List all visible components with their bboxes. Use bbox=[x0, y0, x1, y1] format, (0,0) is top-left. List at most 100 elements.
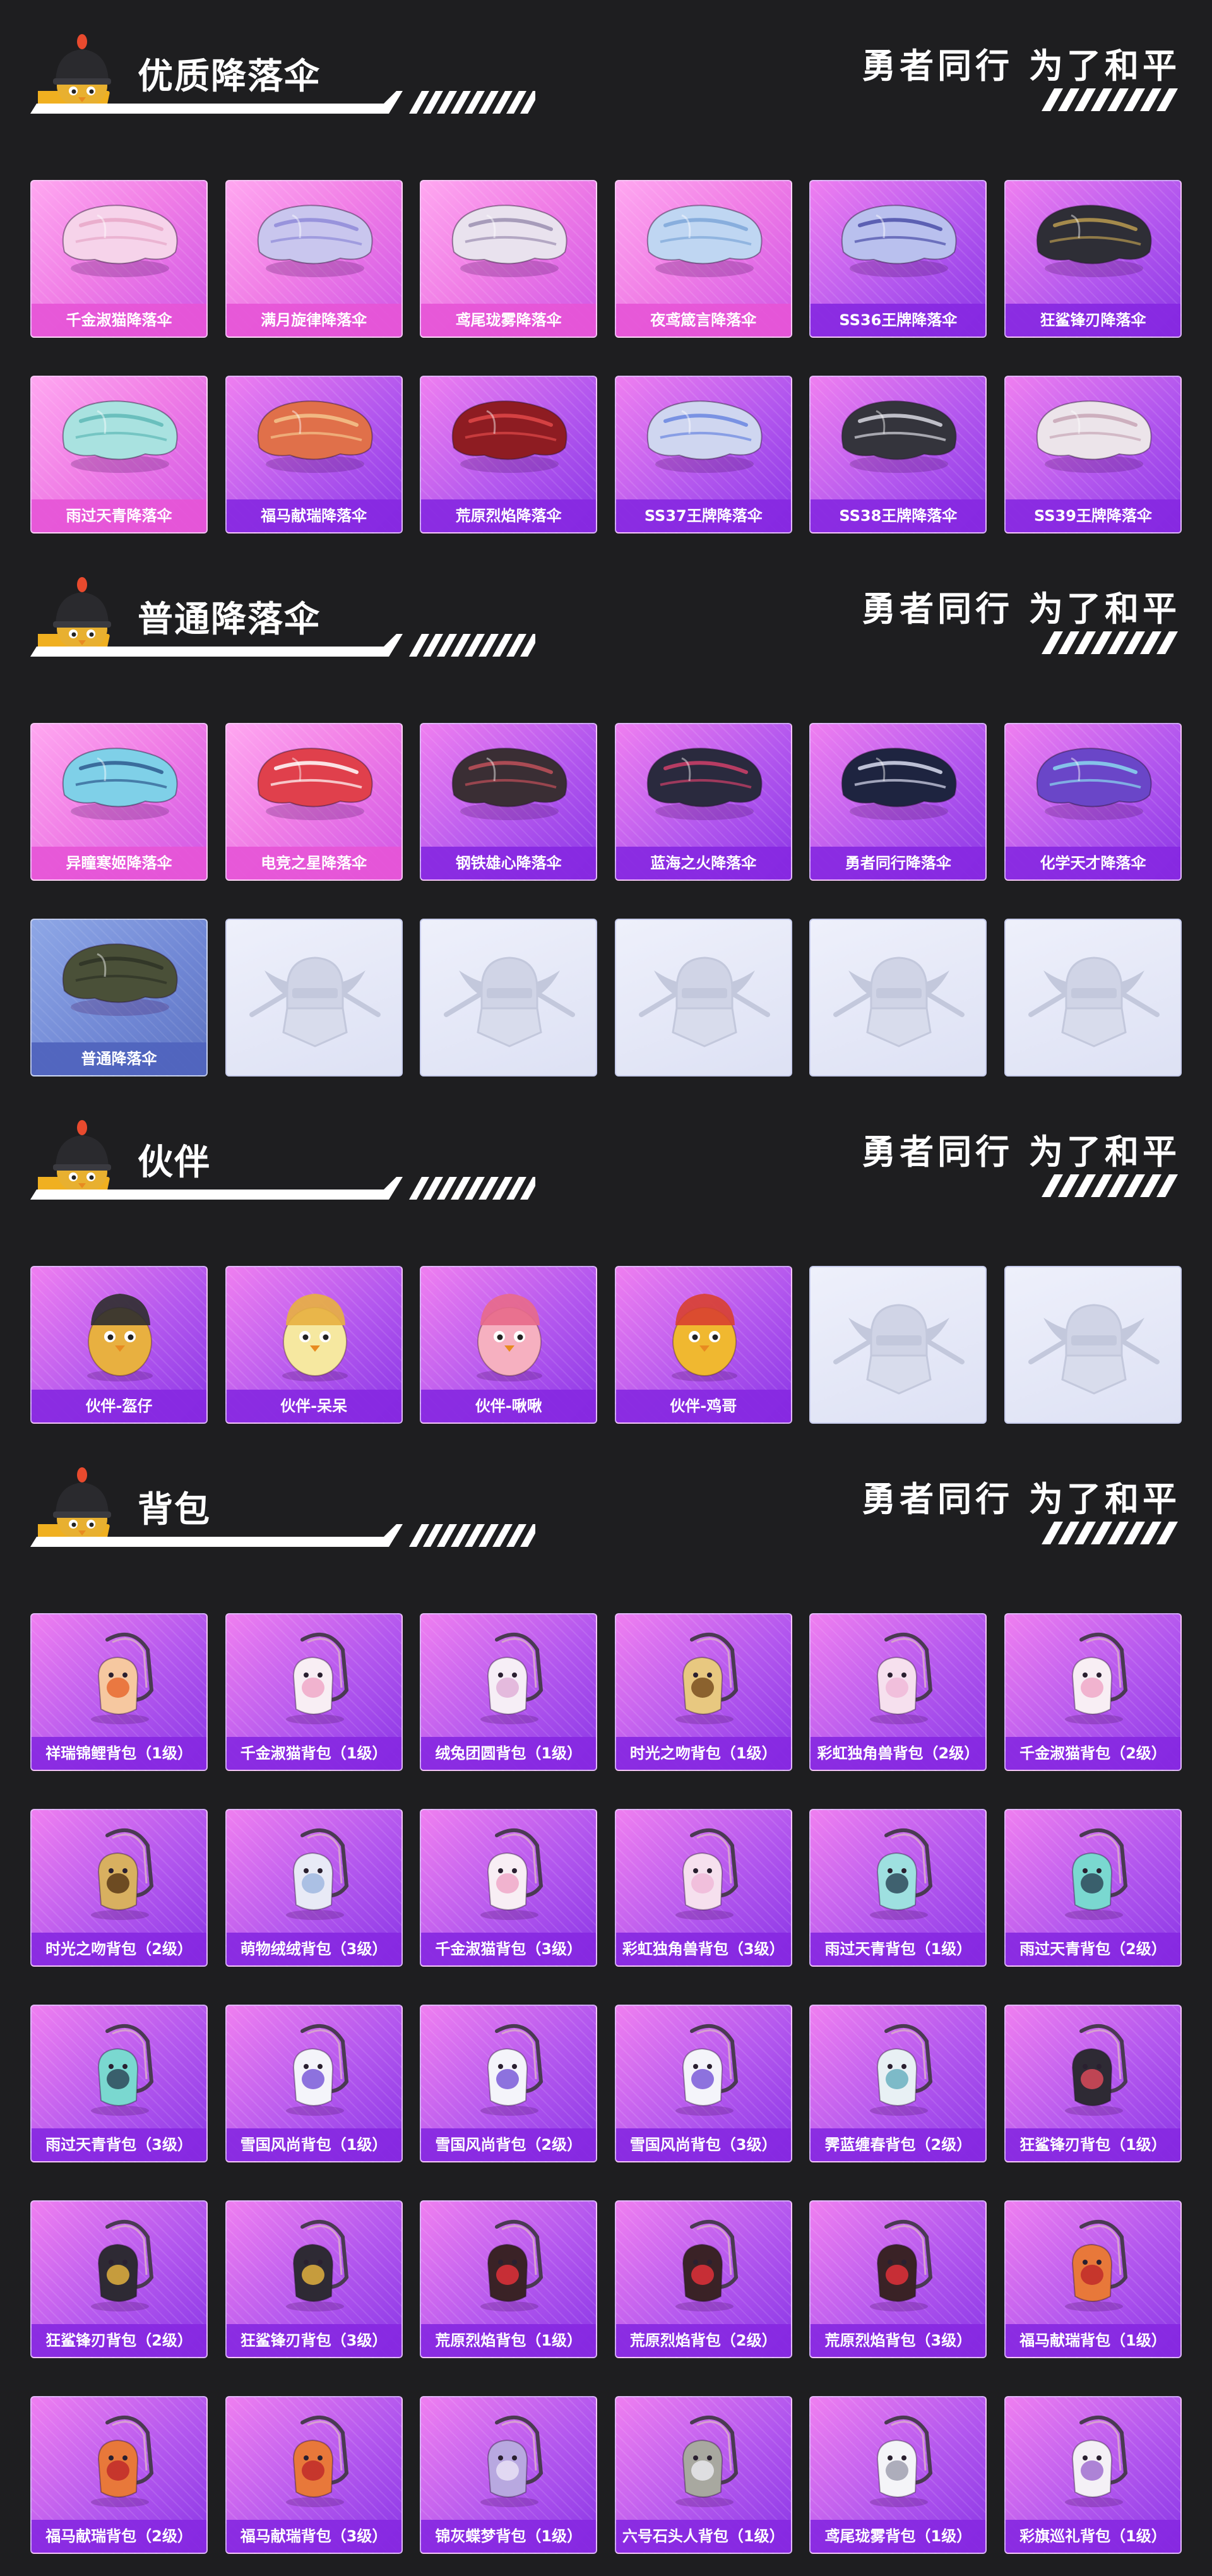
item-name: 福马献瑞背包（1级） bbox=[1005, 2324, 1180, 2357]
item-card[interactable]: 雨过天青降落伞 bbox=[30, 376, 208, 534]
item-card[interactable]: 荒原烈焰背包（2级） bbox=[614, 2200, 792, 2358]
slogan: 勇者同行 为了和平 bbox=[862, 589, 1180, 629]
parachute-icon bbox=[451, 400, 567, 473]
item-card[interactable]: 雨过天青背包（2级） bbox=[1004, 1809, 1182, 1967]
item-card[interactable]: 六号石头人背包（1级） bbox=[614, 2396, 792, 2554]
item-card[interactable]: 电竞之星降落伞 bbox=[225, 723, 403, 881]
item-card[interactable]: 雨过天青背包（1级） bbox=[809, 1809, 987, 1967]
parachute-icon bbox=[257, 400, 373, 473]
item-card[interactable]: 时光之吻背包（2级） bbox=[30, 1809, 208, 1967]
item-name: 荒原烈焰降落伞 bbox=[421, 499, 597, 532]
parachute-icon bbox=[1036, 400, 1152, 473]
backpack-icon bbox=[1064, 2024, 1128, 2116]
item-name: 化学天才降落伞 bbox=[1005, 847, 1180, 880]
item-card[interactable]: SS39王牌降落伞 bbox=[1004, 376, 1182, 534]
item-card[interactable]: 鸢尾珑雾背包（1级） bbox=[809, 2396, 987, 2554]
backpack-icon bbox=[870, 2220, 933, 2311]
backpack-icon bbox=[91, 2024, 154, 2116]
item-name: 鸢尾珑雾背包（1级） bbox=[811, 2520, 986, 2553]
item-card[interactable]: 彩虹独角兽背包（3级） bbox=[614, 1809, 792, 1967]
backpack-icon bbox=[675, 1828, 738, 1920]
backpack-icon bbox=[91, 2416, 154, 2507]
item-card[interactable]: 狂鲨锋刃背包（1级） bbox=[1004, 2005, 1182, 2162]
item-name: 雨过天青背包（2级） bbox=[1005, 1933, 1180, 1965]
item-name: SS39王牌降落伞 bbox=[1005, 499, 1180, 532]
item-name: 彩虹独角兽背包（3级） bbox=[615, 1933, 791, 1965]
item-card[interactable]: 夜鸢箴言降落伞 bbox=[614, 180, 792, 338]
item-name: SS37王牌降落伞 bbox=[615, 499, 791, 532]
parachute-icon bbox=[451, 748, 567, 820]
item-card[interactable]: 雨过天青背包（3级） bbox=[30, 2005, 208, 2162]
item-card[interactable]: 时光之吻背包（1级） bbox=[614, 1613, 792, 1771]
item-card[interactable]: 伙伴-呆呆 bbox=[225, 1266, 403, 1424]
item-card[interactable]: 福马献瑞背包（3级） bbox=[225, 2396, 403, 2554]
item-name: 普通降落伞 bbox=[32, 1042, 206, 1075]
backpack-icon bbox=[1064, 2416, 1128, 2507]
item-card[interactable]: 伙伴-鸡哥 bbox=[614, 1266, 792, 1424]
section-header: 普通降落伞 勇者同行 为了和平 bbox=[0, 568, 1212, 663]
item-name: 雪国风尚背包（2级） bbox=[421, 2128, 597, 2161]
item-card[interactable]: 化学天才降落伞 bbox=[1004, 723, 1182, 881]
item-card[interactable]: 异瞳寒姬降落伞 bbox=[30, 723, 208, 881]
item-name: 千金淑猫背包（3级） bbox=[421, 1933, 597, 1965]
slogan: 勇者同行 为了和平 bbox=[862, 1479, 1180, 1519]
item-card[interactable]: 普通降落伞 bbox=[30, 919, 208, 1076]
stripe-decoration bbox=[30, 634, 535, 657]
item-grid: 祥瑞锦鲤背包（1级） 千金淑猫背包（1级） 绒兔团圆背包（1级） 时光之吻背包（1级）… bbox=[30, 1613, 1182, 2554]
item-card[interactable]: 鸢尾珑雾降落伞 bbox=[420, 180, 598, 338]
stripe-decoration-right bbox=[1042, 88, 1178, 111]
backpack-icon bbox=[1064, 2220, 1128, 2311]
placeholder-emblem-icon bbox=[1028, 1304, 1160, 1395]
parachute-icon bbox=[257, 205, 373, 277]
item-card[interactable]: 千金淑猫背包（3级） bbox=[420, 1809, 598, 1967]
item-card[interactable]: SS38王牌降落伞 bbox=[809, 376, 987, 534]
placeholder-emblem-icon bbox=[249, 957, 381, 1047]
item-card[interactable]: 雪国风尚背包（1级） bbox=[225, 2005, 403, 2162]
backpack-icon bbox=[870, 1828, 933, 1920]
item-card[interactable]: 满月旋律降落伞 bbox=[225, 180, 403, 338]
item-name: 雨过天青背包（1级） bbox=[811, 1933, 986, 1965]
item-card[interactable]: 狂鲨锋刃降落伞 bbox=[1004, 180, 1182, 338]
item-card[interactable]: 绒兔团圆背包（1级） bbox=[420, 1613, 598, 1771]
item-card[interactable]: 荒原烈焰背包（1级） bbox=[420, 2200, 598, 2358]
item-card[interactable]: 钢铁雄心降落伞 bbox=[420, 723, 598, 881]
item-card[interactable]: 千金淑猫背包（1级） bbox=[225, 1613, 403, 1771]
item-card[interactable]: 祥瑞锦鲤背包（1级） bbox=[30, 1613, 208, 1771]
item-name: 雪国风尚背包（1级） bbox=[226, 2128, 401, 2161]
placeholder-emblem-icon bbox=[833, 957, 965, 1047]
empty-slot-card bbox=[614, 919, 792, 1076]
backpack-icon bbox=[1064, 1828, 1128, 1920]
item-card[interactable]: 勇者同行降落伞 bbox=[809, 723, 987, 881]
item-card[interactable]: 狂鲨锋刃背包（2级） bbox=[30, 2200, 208, 2358]
item-card[interactable]: 荒原烈焰背包（3级） bbox=[809, 2200, 987, 2358]
item-card[interactable]: 福马献瑞背包（1级） bbox=[1004, 2200, 1182, 2358]
parachute-icon bbox=[646, 400, 763, 473]
item-card[interactable]: 千金淑猫背包（2级） bbox=[1004, 1613, 1182, 1771]
item-card[interactable]: 彩旗巡礼背包（1级） bbox=[1004, 2396, 1182, 2554]
backpack-icon bbox=[480, 1828, 544, 1920]
backpack-icon bbox=[480, 2220, 544, 2311]
item-card[interactable]: 伙伴-盔仔 bbox=[30, 1266, 208, 1424]
item-card[interactable]: 福马献瑞背包（2级） bbox=[30, 2396, 208, 2554]
stripe-decoration bbox=[30, 1524, 535, 1547]
item-card[interactable]: 荒原烈焰降落伞 bbox=[420, 376, 598, 534]
item-name: 千金淑猫降落伞 bbox=[32, 304, 206, 337]
item-card[interactable]: SS37王牌降落伞 bbox=[614, 376, 792, 534]
item-card[interactable]: 锦灰蝶梦背包（1级） bbox=[420, 2396, 598, 2554]
item-card[interactable]: 千金淑猫降落伞 bbox=[30, 180, 208, 338]
item-card[interactable]: 福马献瑞降落伞 bbox=[225, 376, 403, 534]
placeholder-emblem-icon bbox=[638, 957, 770, 1047]
item-card[interactable]: 伙伴-啾啾 bbox=[420, 1266, 598, 1424]
item-card[interactable]: 霁蓝缠春背包（2级） bbox=[809, 2005, 987, 2162]
item-card[interactable]: 雪国风尚背包（3级） bbox=[614, 2005, 792, 2162]
item-card[interactable]: 彩虹独角兽背包（2级） bbox=[809, 1613, 987, 1771]
parachute-icon bbox=[62, 943, 178, 1016]
item-card[interactable]: 蓝海之火降落伞 bbox=[614, 723, 792, 881]
item-card[interactable]: 狂鲨锋刃背包（3级） bbox=[225, 2200, 403, 2358]
backpack-icon bbox=[870, 1633, 933, 1724]
item-card[interactable]: SS36王牌降落伞 bbox=[809, 180, 987, 338]
item-name: SS36王牌降落伞 bbox=[811, 304, 986, 337]
backpack-icon bbox=[675, 1633, 738, 1724]
item-card[interactable]: 雪国风尚背包（2级） bbox=[420, 2005, 598, 2162]
item-card[interactable]: 萌物绒绒背包（3级） bbox=[225, 1809, 403, 1967]
